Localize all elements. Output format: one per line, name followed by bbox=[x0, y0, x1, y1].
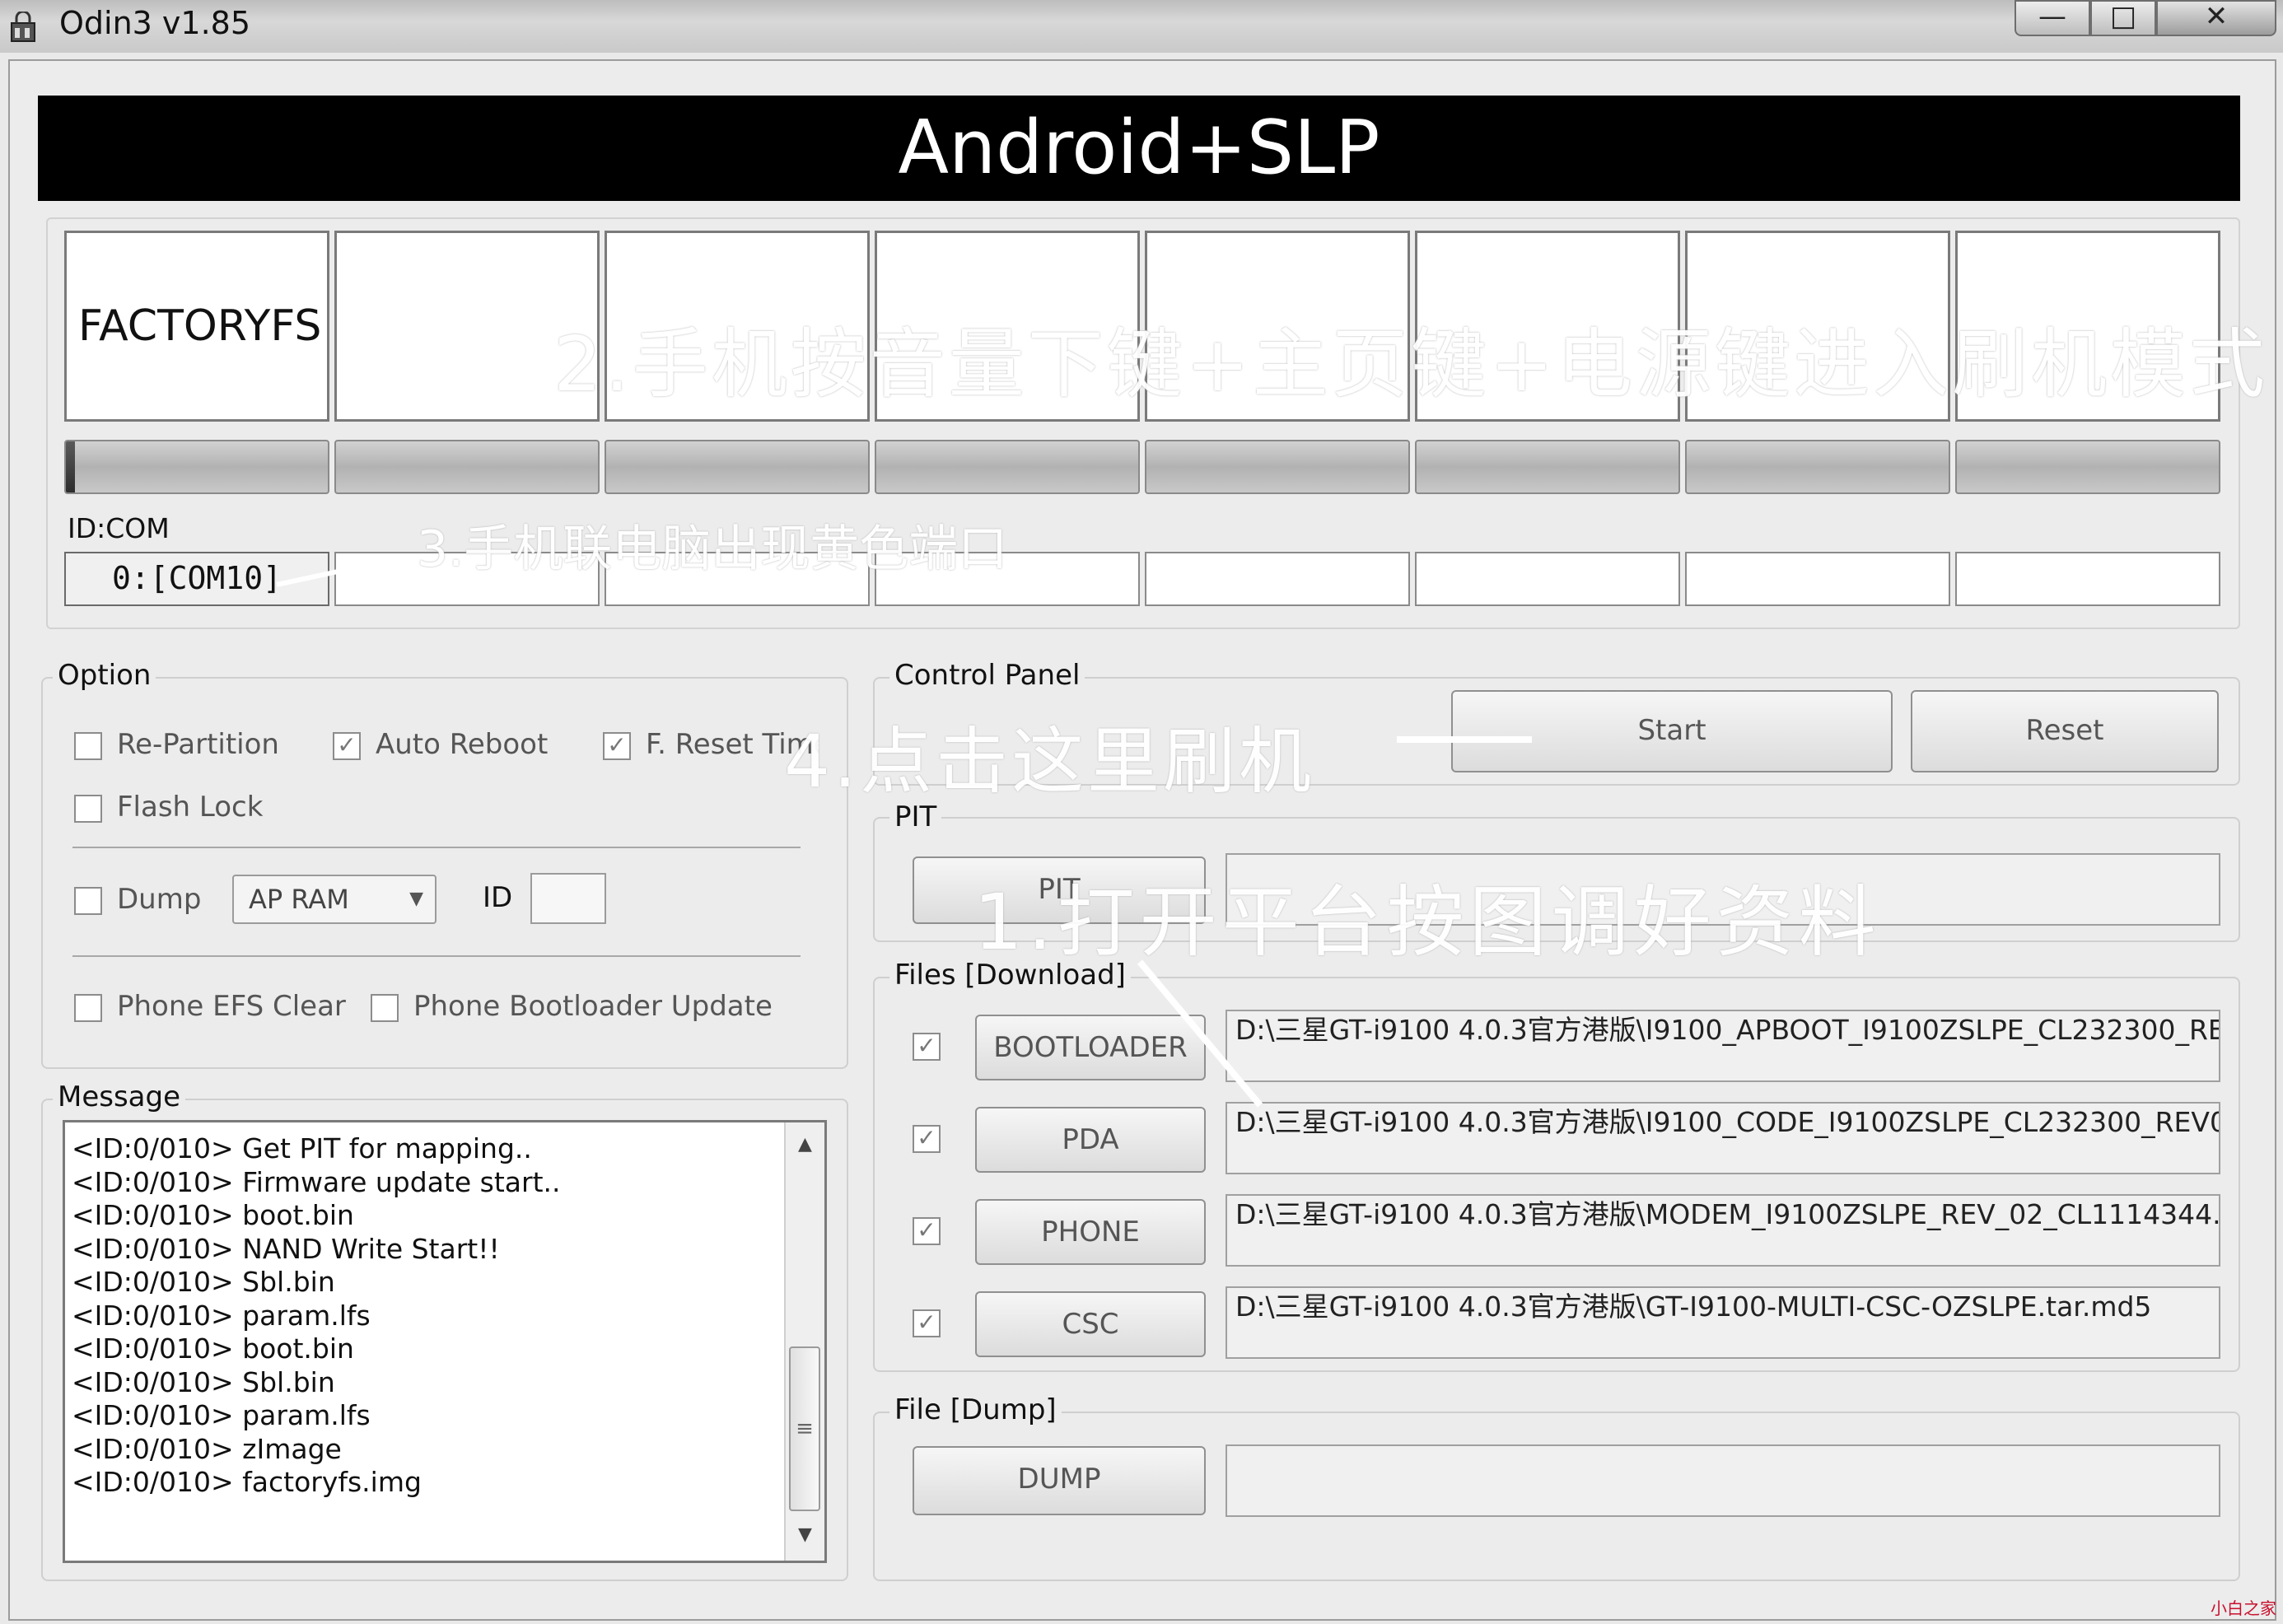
arrow-to-files bbox=[1137, 959, 1263, 1108]
annotation-step-3: 3.手机联电脑出现黄色端口 bbox=[417, 520, 1008, 578]
annotation-step-4: 4.点击这里刷机 bbox=[784, 719, 1314, 804]
annotation-step-2: 2.手机按音量下键+主页键+电源键进入刷机模式 bbox=[553, 320, 2268, 408]
watermark-text: 小白之家 bbox=[2211, 1598, 2276, 1618]
annotation-step-1: 1.打开平台按图调好资料 bbox=[973, 878, 1881, 968]
annotation-arrows bbox=[276, 569, 1532, 1108]
arrow-to-com-port bbox=[276, 569, 338, 587]
